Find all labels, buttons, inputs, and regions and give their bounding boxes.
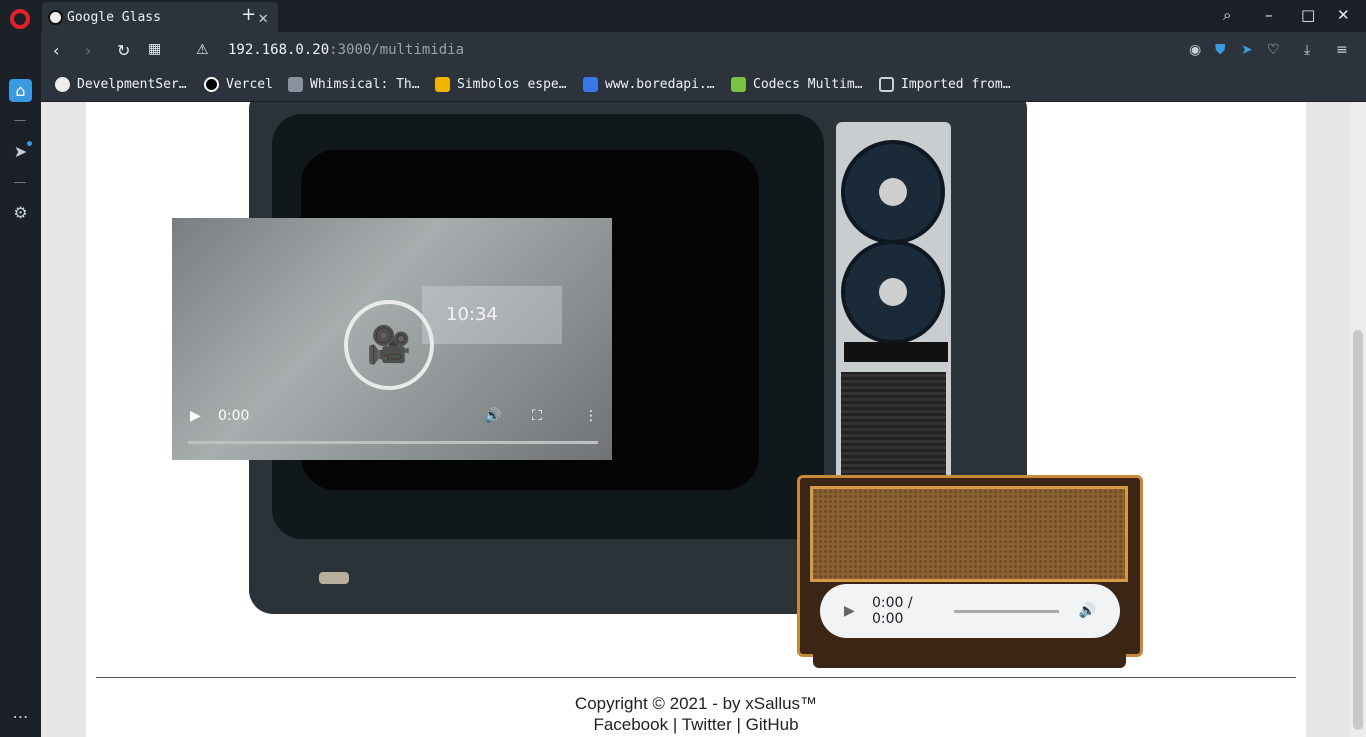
bookmark-label: www.boredapi.… [605, 77, 715, 92]
copyright-text: Copyright © 2021 - by xSallus™ [574, 694, 818, 713]
bookmark-item[interactable]: Whimsical: Th… [288, 77, 420, 92]
download-icon[interactable]: ⤓ [1304, 42, 1310, 58]
bookmark-favicon-icon [583, 77, 598, 92]
bookmark-label: Whimsical: Th… [310, 77, 420, 92]
footer: Copyright © 2021 - by xSallus™ Facebook … [86, 693, 1306, 735]
bookmark-favicon-icon [435, 77, 450, 92]
video-play-icon[interactable]: ▶ [190, 408, 201, 424]
more-icon[interactable]: ⋯ [9, 705, 32, 728]
bookmark-label: DevelpmentSer… [77, 77, 187, 92]
url-host: 192.168.0.20 [228, 42, 330, 58]
link-separator: | [736, 715, 741, 734]
bookmark-label: Imported from… [901, 77, 1011, 92]
address-bar: ‹ › ↻ ▦ ⚠ 192.168.0.20:3000/multimidia ◉… [41, 32, 1366, 70]
not-secure-warning-icon[interactable]: ⚠ [196, 42, 209, 58]
opera-logo-icon[interactable] [10, 9, 30, 29]
bookmark-favicon-icon [55, 77, 70, 92]
scrollbar-thumb[interactable] [1353, 330, 1363, 730]
tab-bar: Google Glass ✕ + ⌕ – □ ✕ [41, 0, 1366, 32]
radio-base [813, 654, 1126, 668]
github-link[interactable]: GitHub [746, 715, 799, 734]
audio-progress-bar[interactable] [954, 609, 1059, 613]
video-clock-overlay: 10:34 [422, 286, 562, 344]
search-tabs-icon[interactable]: ⌕ [1223, 6, 1231, 24]
bookmark-label: Vercel [226, 77, 273, 92]
forward-icon[interactable]: › [85, 41, 91, 60]
bookmark-item[interactable]: DevelpmentSer… [55, 77, 187, 92]
bookmark-item[interactable]: Vercel [204, 77, 273, 92]
bookmark-label: Simbolos espe… [457, 77, 567, 92]
vercel-icon [204, 77, 219, 92]
video-player[interactable]: 10:34 🎥 ▶ 0:00 🔊 ⛶ ⋮ [172, 218, 612, 460]
social-links: Facebook | Twitter | GitHub [86, 714, 1306, 735]
bookmark-item[interactable]: www.boredapi.… [583, 77, 715, 92]
page-scrollbar[interactable] [1350, 102, 1366, 737]
camera-icon[interactable]: ◉ [1189, 42, 1201, 58]
video-progress-bar[interactable] [188, 441, 598, 444]
site-favicon-icon [48, 9, 63, 25]
close-window-icon[interactable]: ✕ [1337, 6, 1350, 24]
audio-volume-icon[interactable]: 🔊 [1079, 603, 1096, 619]
notification-dot [27, 141, 32, 146]
radio-speaker-mesh [810, 486, 1128, 582]
tv-speaker-grille [841, 372, 946, 482]
maximize-icon[interactable]: □ [1301, 6, 1315, 24]
tab-grid-icon[interactable]: ▦ [148, 41, 161, 57]
bookmark-item[interactable]: Codecs Multim… [731, 77, 863, 92]
audio-play-icon[interactable]: ▶ [844, 603, 858, 619]
uhf-dial-icon [841, 240, 945, 344]
bookmarks-bar: DevelpmentSer… Vercel Whimsical: Th… Sim… [41, 70, 1366, 102]
footer-divider [96, 677, 1296, 678]
folder-icon [879, 77, 894, 92]
new-tab-icon[interactable]: + [241, 4, 256, 25]
sidebar-divider [14, 120, 26, 121]
twitter-link[interactable]: Twitter [682, 715, 732, 734]
folder-icon [288, 77, 303, 92]
send-icon[interactable]: ➤ [1241, 42, 1253, 58]
shield-icon[interactable]: ⛊ [1215, 42, 1226, 58]
heart-icon[interactable]: ♡ [1267, 42, 1280, 58]
settings-gear-icon[interactable]: ⚙ [9, 201, 32, 224]
audio-player[interactable]: ▶ 0:00 / 0:00 🔊 [820, 584, 1120, 638]
link-separator: | [672, 715, 678, 734]
page-viewport: 10:34 🎥 ▶ 0:00 🔊 ⛶ ⋮ ▶ 0:00 / 0:00 🔊 Cop… [41, 102, 1366, 737]
sidebar-divider [14, 182, 26, 183]
bookmark-item[interactable]: Imported from… [879, 77, 1011, 92]
close-tab-icon[interactable]: ✕ [258, 8, 268, 27]
url-path: :3000/multimidia [329, 42, 465, 58]
url-field[interactable]: 192.168.0.20:3000/multimidia [228, 42, 464, 58]
back-icon[interactable]: ‹ [53, 41, 59, 60]
tv-foot [319, 572, 349, 584]
tab-title: Google Glass [67, 9, 161, 25]
video-more-icon[interactable]: ⋮ [584, 408, 598, 424]
tv-panel-slot [844, 342, 948, 362]
video-volume-icon[interactable]: 🔊 [484, 408, 501, 424]
facebook-link[interactable]: Facebook [593, 715, 668, 734]
page-content: 10:34 🎥 ▶ 0:00 🔊 ⛶ ⋮ ▶ 0:00 / 0:00 🔊 Cop… [86, 102, 1306, 737]
video-time: 0:00 [218, 408, 250, 424]
retro-radio: ▶ 0:00 / 0:00 🔊 [797, 475, 1143, 657]
vhf-dial-icon [841, 140, 945, 244]
video-camera-icon: 🎥 [344, 300, 434, 390]
browser-sidebar: ⌂ ➤ ⚙ ⋯ [0, 0, 41, 737]
reload-icon[interactable]: ↻ [117, 41, 130, 60]
video-fullscreen-icon[interactable]: ⛶ [532, 408, 542, 424]
bookmark-item[interactable]: Simbolos espe… [435, 77, 567, 92]
tv-control-panel [836, 122, 951, 482]
home-icon[interactable]: ⌂ [9, 79, 32, 102]
bookmark-favicon-icon [731, 77, 746, 92]
audio-time: 0:00 / 0:00 [872, 595, 913, 627]
bookmark-label: Codecs Multim… [753, 77, 863, 92]
minimize-icon[interactable]: – [1265, 6, 1273, 24]
menu-icon[interactable]: ≡ [1336, 42, 1348, 58]
